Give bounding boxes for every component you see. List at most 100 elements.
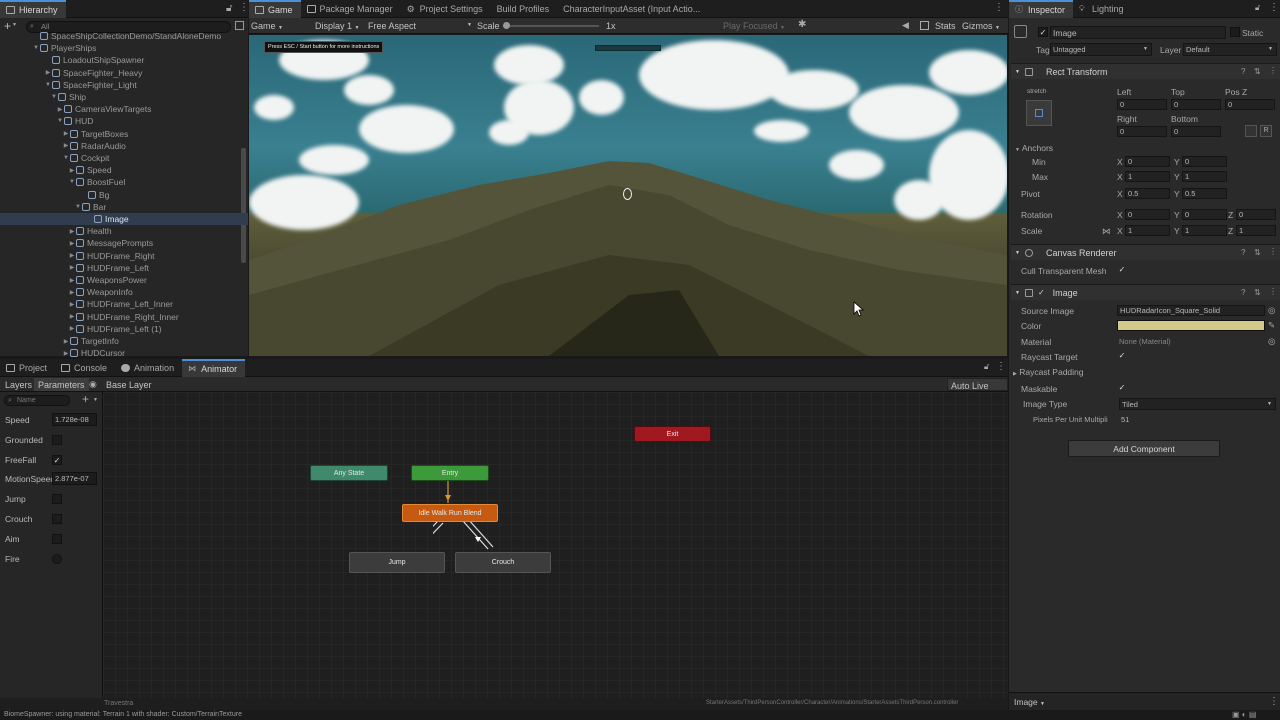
eye-icon[interactable]: ◉ [89,379,97,390]
hierarchy-item[interactable]: ▶ Health [0,225,248,237]
hierarchy-item[interactable]: ▶ MessagePrompts [0,237,248,249]
lock-icon[interactable]: 🔓︎ [1255,3,1260,13]
component-menu-icon[interactable]: ⋮ [1269,247,1277,256]
hierarchy-item[interactable]: ▶ TargetBoxes [0,128,248,140]
layers-tab[interactable]: Layers [5,380,32,390]
panel-menu-icon[interactable]: ⋮ [239,2,249,13]
active-checkbox[interactable]: ✓ [1038,27,1048,37]
chevron-down-icon[interactable]: ▼ [62,155,70,161]
chevron-right-icon[interactable]: ▶ [68,228,76,235]
hierarchy-item[interactable]: ▼ SpaceFighter_Light [0,79,248,91]
parameter-row[interactable]: Crouch [0,511,103,527]
rotation-y-field[interactable]: 0 [1182,209,1227,220]
image-type-dropdown[interactable]: Tiled ▼ [1119,398,1276,410]
canvas-renderer-header[interactable]: ▼ Canvas Renderer ? ⇅ ⋮ [1011,244,1280,260]
hierarchy-item[interactable]: ▶ HUDFrame_Left [0,262,248,274]
base-layer-breadcrumb[interactable]: Base Layer [106,380,152,390]
top-field[interactable]: 0 [1171,99,1221,110]
parameter-float-field[interactable]: 1.728e-08 [52,413,97,426]
help-icon[interactable]: ? [1241,248,1245,257]
constrain-proportions-icon[interactable]: ⋈ [1102,226,1111,237]
chevron-down-icon[interactable]: ▼ [56,118,64,124]
hierarchy-item[interactable]: ▶ HUDFrame_Left_Inner [0,298,248,310]
help-icon[interactable]: ? [1241,67,1245,76]
tab-animation[interactable]: Animation [115,359,182,377]
hierarchy-item[interactable]: ▶ TargetInfo [0,335,248,347]
chevron-right-icon[interactable]: ▶ [62,338,70,345]
object-picker-icon[interactable]: ◎ [1268,305,1275,316]
chevron-down-icon[interactable]: ▼ [32,45,40,51]
posz-field[interactable]: 0 [1225,99,1275,110]
chevron-right-icon[interactable]: ▶ [62,142,70,149]
raw-edit-button[interactable]: R [1260,125,1272,137]
ppu-field[interactable]: 51 [1119,414,1276,425]
stats-button[interactable]: Stats [935,21,956,31]
parameter-search-input[interactable]: ⌕ Name [4,395,70,406]
auto-live-link-button[interactable]: Auto Live Link [947,378,1008,401]
parameters-tab[interactable]: Parameters [34,378,89,391]
hierarchy-item[interactable]: ▶ HUDFrame_Right_Inner [0,311,248,323]
state-entry[interactable]: Entry [411,465,489,481]
hierarchy-item[interactable]: ▶ WeaponInfo [0,286,248,298]
preview-dropdown[interactable]: Image ▼ [1014,697,1045,707]
add-component-button[interactable]: Add Component [1068,440,1220,457]
rotation-x-field[interactable]: 0 [1125,209,1170,220]
hierarchy-item[interactable]: SpaceShipCollectionDemo/StandAloneDemo [0,30,248,42]
lock-icon[interactable]: 🔓︎ [226,3,232,14]
tab-console[interactable]: Console [55,359,115,377]
pivot-x-field[interactable]: 0.5 [1125,188,1170,199]
pivot-y-field[interactable]: 0.5 [1182,188,1227,199]
animator-graph[interactable]: Exit Any State Entry Idle Walk Run Blend… [103,392,1008,698]
tab-package-manager[interactable]: Package Manager [301,0,401,18]
scale-x-field[interactable]: 1 [1125,225,1170,236]
chevron-right-icon[interactable]: ▶ [68,167,76,174]
blueprint-mode-button[interactable] [1245,125,1257,137]
parameter-bool-checkbox[interactable] [52,514,62,524]
inspector-menu-icon[interactable]: ⋮ [1269,2,1279,13]
parameter-trigger-toggle[interactable] [52,553,62,564]
preset-icon[interactable]: ⇅ [1254,288,1261,297]
hierarchy-item[interactable]: ▼ HUD [0,115,248,127]
hierarchy-item[interactable]: ▼ Bar [0,201,248,213]
material-field[interactable]: None (Material) [1117,336,1265,347]
raycast-padding-foldout[interactable]: ▶ Raycast Padding [1013,367,1084,377]
state-jump[interactable]: Jump [349,552,445,573]
aspect-dropdown[interactable]: Free Aspect ▼ [368,21,472,31]
stats-grid-icon[interactable] [920,21,929,30]
game-viewport[interactable]: Press ESC / Start button for more instru… [249,35,1007,356]
rect-transform-header[interactable]: ▼ Rect Transform ? ⇅ ⋮ [1011,63,1280,79]
bug-icon[interactable]: ✱ [798,19,806,30]
speaker-icon[interactable]: ◀︎ [902,20,909,31]
parameter-bool-checkbox[interactable] [52,494,62,505]
tab-project[interactable]: Project [0,359,55,377]
anchors-foldout[interactable]: ▼ Anchors [1015,143,1053,153]
parameter-row[interactable]: Grounded [0,432,103,448]
lock-icon[interactable]: 🔓︎ [984,362,989,372]
tab-inspector[interactable]: ⓘ Inspector [1009,0,1074,18]
chevron-right-icon[interactable]: ▶ [62,350,70,357]
tag-dropdown[interactable]: Untagged ▼ [1050,43,1152,56]
hierarchy-item[interactable]: ▼ Cockpit [0,152,248,164]
hierarchy-item[interactable]: Bg [0,189,248,201]
game-mode-dropdown[interactable]: Game ▼ [251,21,283,31]
object-name-field[interactable]: Image [1050,26,1226,39]
play-focused-dropdown[interactable]: Play Focused ▼ [723,21,785,31]
hierarchy-item[interactable]: ▶ Speed [0,164,248,176]
maskable-checkbox[interactable]: ✓ [1117,383,1127,393]
anchor-min-y-field[interactable]: 0 [1182,156,1227,167]
component-menu-icon[interactable]: ⋮ [1269,66,1277,75]
tab-animator[interactable]: ⋈ Animator [182,358,246,377]
footer-menu-icon[interactable]: ⋮ [1269,696,1279,707]
help-icon[interactable]: ? [1241,288,1245,297]
chevron-right-icon[interactable]: ▶ [68,264,76,271]
bottom-field[interactable]: 0 [1171,126,1221,137]
tab-project-settings[interactable]: ⚙ Project Settings [401,0,491,18]
status-icons[interactable]: ▣ ◐ ▤ [1232,710,1256,719]
chevron-right-icon[interactable]: ▶ [68,313,76,320]
tab-build-profiles[interactable]: Build Profiles [491,0,558,18]
tab-lighting[interactable]: 💡︎ Lighting [1073,0,1132,18]
right-field[interactable]: 0 [1117,126,1167,137]
eyedropper-icon[interactable]: ✎ [1268,320,1275,331]
hierarchy-item[interactable]: ▶ HUDFrame_Right [0,250,248,262]
chevron-down-icon[interactable]: ▼ [44,82,52,88]
